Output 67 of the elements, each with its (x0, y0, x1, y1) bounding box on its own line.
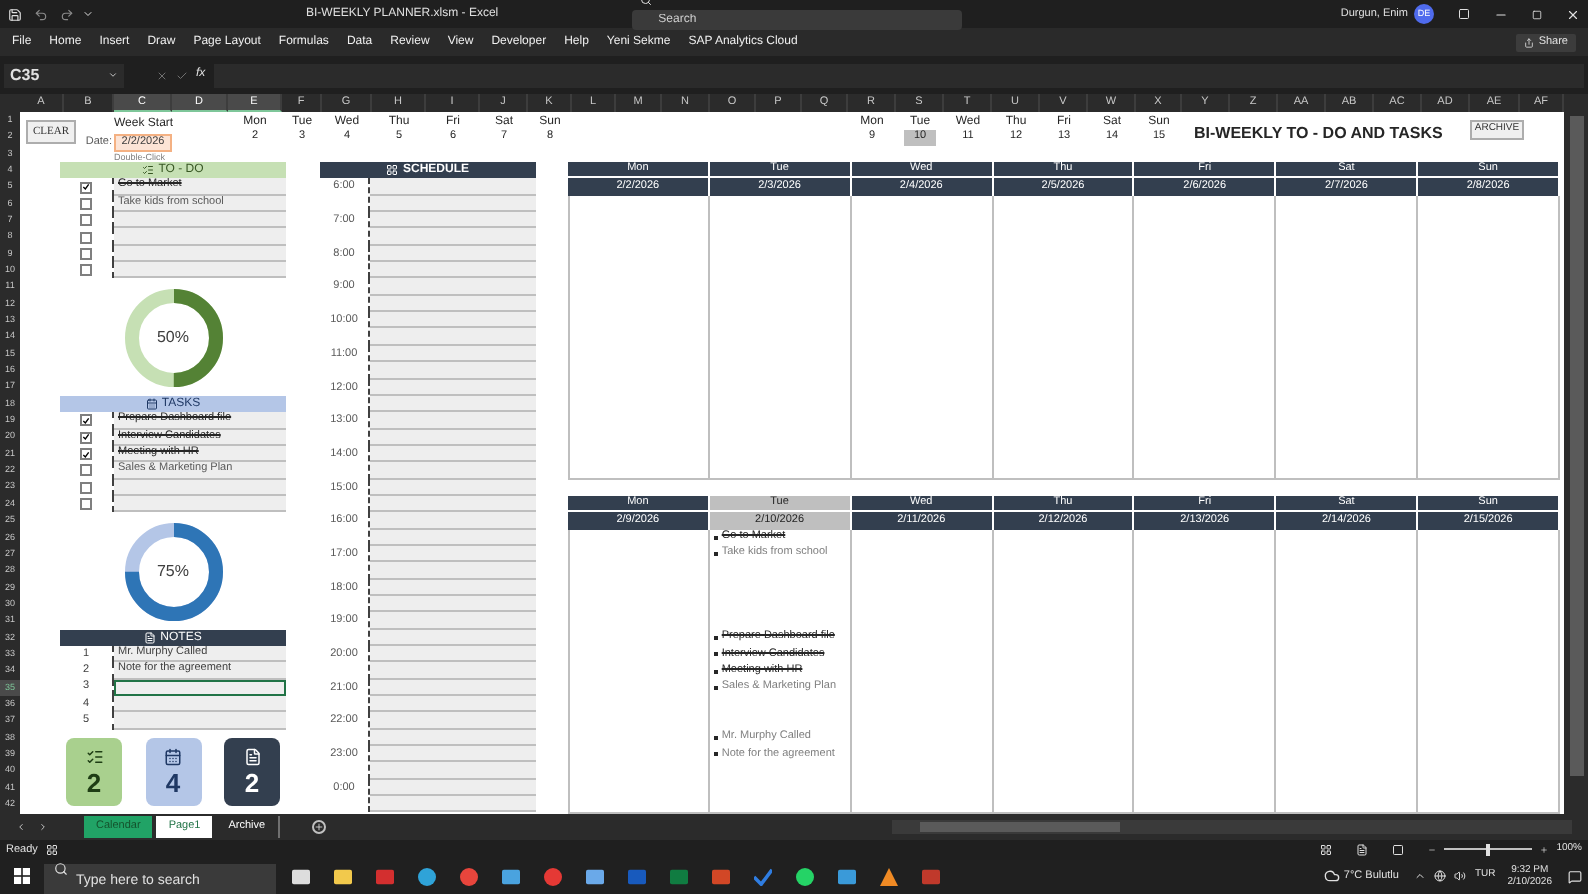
bullet-icon (713, 635, 718, 640)
network-icon[interactable] (1434, 870, 1447, 883)
weather-icon[interactable] (1323, 868, 1340, 885)
previous-sheet-icon[interactable] (16, 821, 26, 832)
note-cell[interactable] (114, 712, 286, 730)
customize-icon[interactable] (82, 8, 94, 20)
checkbox[interactable] (80, 231, 92, 244)
bullet-icon (713, 652, 718, 657)
checkbox[interactable] (80, 448, 92, 461)
share-icon (1524, 37, 1535, 47)
bullet-icon (713, 736, 718, 741)
normal-view-icon[interactable] (1320, 843, 1333, 856)
calendar-icon (164, 747, 182, 766)
next-sheet-icon[interactable] (38, 821, 48, 832)
save-icon[interactable] (8, 7, 22, 21)
calendar-icon (145, 398, 158, 411)
checklist-icon (142, 164, 155, 177)
cone-icon[interactable] (880, 867, 898, 886)
bullet-icon (713, 752, 718, 757)
bullet-icon (713, 669, 718, 674)
zoom-out-icon[interactable] (1428, 845, 1437, 854)
close-icon[interactable] (1566, 7, 1580, 21)
maximize-icon[interactable] (1532, 9, 1542, 19)
checkbox[interactable] (80, 481, 92, 494)
ribbon-display-icon[interactable] (1458, 8, 1470, 20)
add-sheet-icon[interactable] (311, 819, 326, 834)
redo-icon[interactable] (60, 7, 74, 21)
checkbox[interactable] (80, 247, 92, 260)
checkbox[interactable] (80, 181, 92, 194)
percent-label: 75% (156, 559, 189, 584)
page-break-icon[interactable] (1392, 843, 1405, 856)
note-cell[interactable] (114, 696, 286, 713)
checkbox[interactable] (80, 214, 92, 227)
grid-icon (386, 164, 399, 177)
checkbox[interactable] (80, 197, 92, 210)
vertical-scrollbar[interactable] (1564, 112, 1588, 814)
planner-title: BI-WEEKLY TO - DO AND TASKS (1194, 121, 1443, 146)
percent-label: 50% (156, 325, 189, 350)
zoom-slider[interactable] (1444, 843, 1533, 856)
enter-icon[interactable] (176, 69, 188, 81)
checkbox[interactable] (80, 264, 92, 277)
bullet-icon (713, 552, 718, 557)
bullet-icon (713, 535, 718, 540)
page-layout-icon[interactable] (1356, 843, 1369, 856)
counter-value: 2 (244, 769, 260, 796)
progress-ring (121, 519, 225, 624)
counter-value: 2 (86, 769, 102, 796)
cancel-icon[interactable] (156, 69, 168, 81)
checkbox[interactable] (80, 414, 92, 427)
search-icon (54, 862, 68, 877)
volume-icon[interactable] (1454, 870, 1467, 883)
checkbox[interactable] (80, 431, 92, 444)
checkmark-icon[interactable] (754, 867, 772, 886)
zoom-in-icon[interactable] (1540, 845, 1549, 854)
task-view-icon[interactable] (292, 867, 310, 886)
tile-icon[interactable] (922, 867, 940, 886)
undo-icon[interactable] (34, 7, 48, 21)
name-box[interactable]: C35 (4, 63, 124, 87)
progress-ring (121, 285, 225, 390)
checkbox[interactable] (80, 498, 92, 511)
checklist-icon (85, 747, 103, 766)
tray-icon[interactable] (1414, 870, 1427, 883)
notification-icon[interactable] (1568, 869, 1582, 884)
horizontal-scrollbar[interactable] (892, 819, 1572, 834)
start-icon[interactable] (14, 868, 30, 885)
counter-value: 4 (165, 769, 181, 796)
checkbox[interactable] (80, 464, 92, 477)
